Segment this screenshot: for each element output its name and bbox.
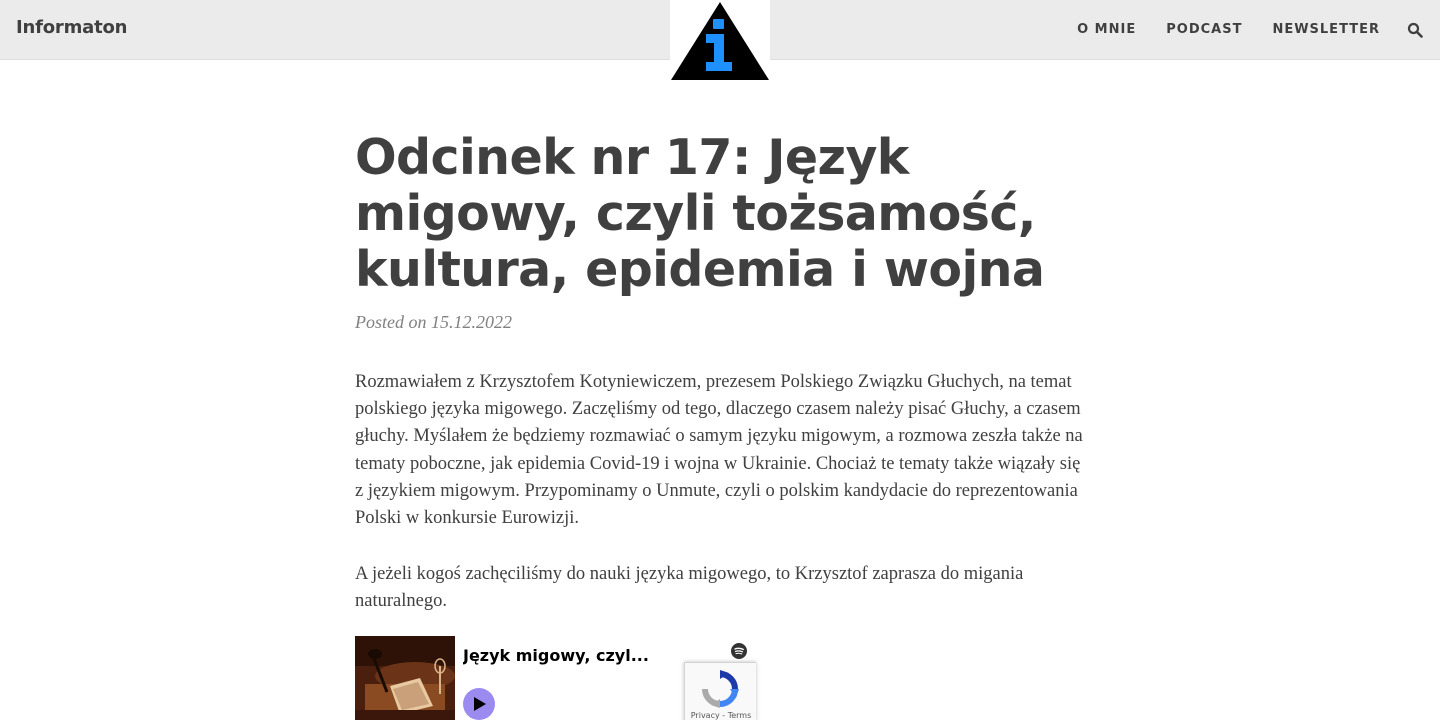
info-triangle-logo[interactable]	[670, 0, 770, 81]
spotify-icon[interactable]	[731, 643, 747, 659]
nav-item-podcast[interactable]: PODCAST	[1166, 22, 1242, 40]
post-date: Posted on 15.12.2022	[355, 312, 512, 332]
main-nav: O MNIE PODCAST NEWSLETTER	[1077, 22, 1380, 40]
play-button[interactable]	[463, 688, 495, 720]
recaptcha-badge[interactable]: Privacy - Terms	[684, 662, 756, 720]
recaptcha-icon	[700, 669, 740, 709]
play-icon	[474, 697, 486, 711]
episode-cover-image	[355, 636, 455, 720]
nav-item-o-mnie[interactable]: O MNIE	[1077, 22, 1136, 40]
episode-title[interactable]: Język migowy, czyl...	[463, 646, 663, 665]
site-brand-link[interactable]: Informaton	[16, 17, 127, 38]
page-title: Odcinek nr 17: Język migowy, czyli tożsa…	[355, 129, 1045, 298]
article: Odcinek nr 17: Język migowy, czyli tożsa…	[355, 130, 1085, 616]
search-icon[interactable]	[1407, 22, 1423, 38]
site-header: Informaton O MNIE PODCAST NEWSLETTER	[0, 0, 1440, 81]
nav-item-newsletter[interactable]: NEWSLETTER	[1272, 22, 1380, 40]
recaptcha-links[interactable]: Privacy - Terms	[685, 711, 757, 720]
article-paragraph: A jeżeli kogoś zachęciliśmy do nauki jęz…	[355, 564, 1024, 612]
article-paragraph: Rozmawiałem z Krzysztofem Kotyniewiczem,…	[355, 372, 1083, 529]
